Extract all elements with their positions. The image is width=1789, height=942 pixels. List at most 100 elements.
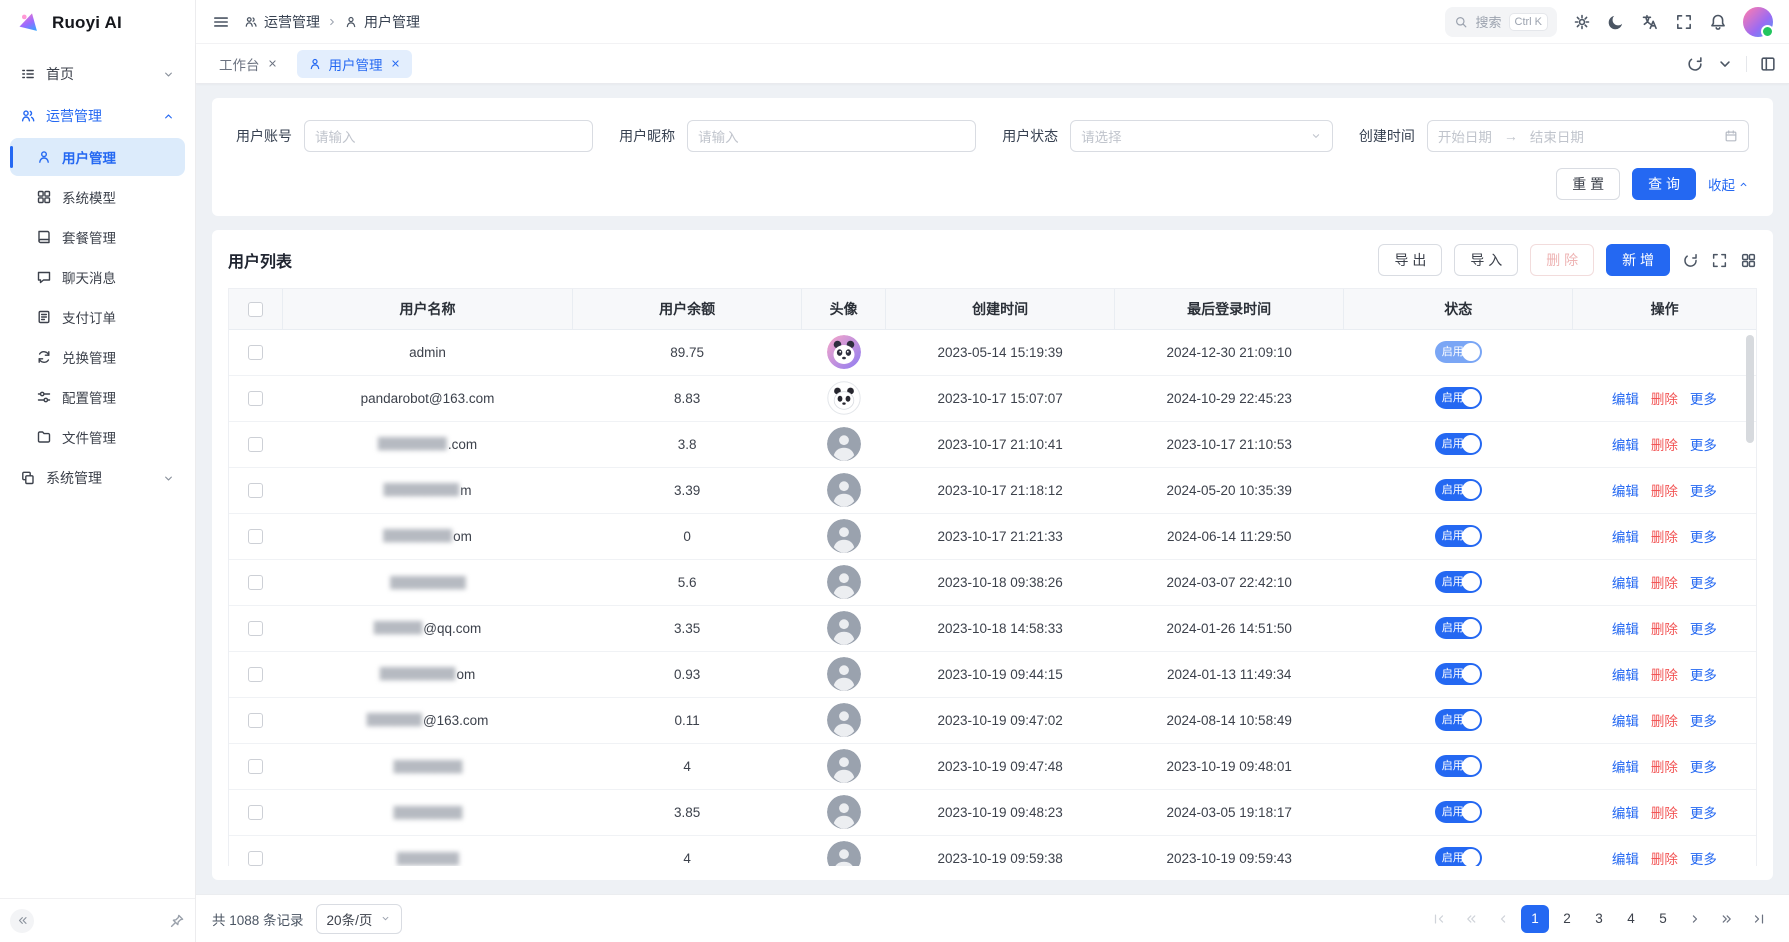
row-checkbox[interactable] bbox=[248, 621, 263, 636]
content-fullscreen-button[interactable] bbox=[1759, 55, 1777, 73]
page-button-2[interactable]: 2 bbox=[1553, 905, 1581, 933]
edit-link[interactable]: 编辑 bbox=[1612, 622, 1639, 637]
edit-link[interactable]: 编辑 bbox=[1612, 852, 1639, 866]
next-page-button[interactable] bbox=[1681, 905, 1709, 933]
column-settings-button[interactable] bbox=[1740, 252, 1757, 269]
more-link[interactable]: 更多 bbox=[1690, 484, 1717, 499]
refresh-list-button[interactable] bbox=[1682, 252, 1699, 269]
status-toggle[interactable]: 启用 bbox=[1435, 571, 1482, 593]
row-checkbox[interactable] bbox=[248, 529, 263, 544]
prev-5-pages-button[interactable] bbox=[1457, 905, 1485, 933]
row-checkbox[interactable] bbox=[248, 805, 263, 820]
row-checkbox[interactable] bbox=[248, 575, 263, 590]
more-link[interactable]: 更多 bbox=[1690, 392, 1717, 407]
status-toggle[interactable]: 启用 bbox=[1435, 387, 1482, 409]
notifications-button[interactable] bbox=[1709, 13, 1727, 31]
delete-link[interactable]: 删除 bbox=[1651, 760, 1678, 775]
query-button[interactable]: 查 询 bbox=[1632, 168, 1696, 200]
sidebar-item-home[interactable]: 首页 bbox=[10, 54, 185, 94]
collapse-filters-link[interactable]: 收起 bbox=[1708, 174, 1749, 194]
delete-link[interactable]: 删除 bbox=[1651, 392, 1678, 407]
prev-page-button[interactable] bbox=[1489, 905, 1517, 933]
table-scrollbar[interactable] bbox=[1746, 335, 1754, 443]
add-button[interactable]: 新 增 bbox=[1606, 244, 1670, 276]
sidebar-item-package-management[interactable]: 套餐管理 bbox=[10, 218, 185, 256]
import-button[interactable]: 导 入 bbox=[1454, 244, 1518, 276]
status-toggle[interactable]: 启用 bbox=[1435, 433, 1482, 455]
row-checkbox[interactable] bbox=[248, 483, 263, 498]
select-all-checkbox[interactable] bbox=[248, 302, 263, 317]
row-checkbox[interactable] bbox=[248, 437, 263, 452]
user-status-input[interactable]: 请选择 bbox=[1070, 120, 1333, 152]
page-button-3[interactable]: 3 bbox=[1585, 905, 1613, 933]
sidebar-item-chat-messages[interactable]: 聊天消息 bbox=[10, 258, 185, 296]
status-toggle[interactable]: 启用 bbox=[1435, 479, 1482, 501]
sidebar-item-system[interactable]: 系统管理 bbox=[10, 458, 185, 498]
table-fullscreen-button[interactable] bbox=[1711, 252, 1728, 269]
delete-link[interactable]: 删除 bbox=[1651, 806, 1678, 821]
close-icon[interactable] bbox=[267, 58, 278, 69]
delete-link[interactable]: 删除 bbox=[1651, 438, 1678, 453]
page-size-select[interactable]: 20条/页 bbox=[316, 904, 403, 934]
last-page-button[interactable] bbox=[1745, 905, 1773, 933]
next-5-pages-button[interactable] bbox=[1713, 905, 1741, 933]
sidebar-item-user-management[interactable]: 用户管理 bbox=[10, 138, 185, 176]
edit-link[interactable]: 编辑 bbox=[1612, 760, 1639, 775]
language-button[interactable] bbox=[1641, 13, 1659, 31]
delete-link[interactable]: 删除 bbox=[1651, 852, 1678, 866]
delete-link[interactable]: 删除 bbox=[1651, 530, 1678, 545]
profile-avatar[interactable] bbox=[1743, 7, 1773, 37]
more-link[interactable]: 更多 bbox=[1690, 806, 1717, 821]
first-page-button[interactable] bbox=[1425, 905, 1453, 933]
more-link[interactable]: 更多 bbox=[1690, 576, 1717, 591]
global-search[interactable]: 搜索 Ctrl K bbox=[1445, 7, 1557, 37]
sidebar-item-redeem-management[interactable]: 兑换管理 bbox=[10, 338, 185, 376]
status-toggle[interactable]: 启用 bbox=[1435, 617, 1482, 639]
breadcrumb-item-users[interactable]: 用户管理 bbox=[344, 12, 420, 32]
page-button-1[interactable]: 1 bbox=[1521, 905, 1549, 933]
delete-link[interactable]: 删除 bbox=[1651, 484, 1678, 499]
export-button[interactable]: 导 出 bbox=[1378, 244, 1442, 276]
settings-button[interactable] bbox=[1573, 13, 1591, 31]
status-toggle[interactable]: 启用 bbox=[1435, 709, 1482, 731]
edit-link[interactable]: 编辑 bbox=[1612, 392, 1639, 407]
more-link[interactable]: 更多 bbox=[1690, 852, 1717, 866]
row-checkbox[interactable] bbox=[248, 667, 263, 682]
more-link[interactable]: 更多 bbox=[1690, 622, 1717, 637]
sidebar-item-system-model[interactable]: 系统模型 bbox=[10, 178, 185, 216]
fullscreen-button[interactable] bbox=[1675, 13, 1693, 31]
row-checkbox[interactable] bbox=[248, 345, 263, 360]
row-checkbox[interactable] bbox=[248, 713, 263, 728]
sidebar-pin-button[interactable] bbox=[169, 913, 185, 929]
sidebar-toggle-button[interactable] bbox=[212, 13, 230, 31]
status-toggle[interactable]: 启用 bbox=[1435, 525, 1482, 547]
status-toggle[interactable]: 启用 bbox=[1435, 663, 1482, 685]
user-nickname-input[interactable]: 请输入 bbox=[687, 120, 976, 152]
row-checkbox[interactable] bbox=[248, 851, 263, 866]
delete-link[interactable]: 删除 bbox=[1651, 576, 1678, 591]
sidebar-collapse-button[interactable] bbox=[10, 909, 34, 933]
user-account-input[interactable]: 请输入 bbox=[304, 120, 593, 152]
edit-link[interactable]: 编辑 bbox=[1612, 576, 1639, 591]
dark-mode-button[interactable] bbox=[1607, 13, 1625, 31]
delete-link[interactable]: 删除 bbox=[1651, 714, 1678, 729]
status-toggle[interactable]: 启用 bbox=[1435, 847, 1482, 866]
edit-link[interactable]: 编辑 bbox=[1612, 668, 1639, 683]
tab-menu-button[interactable] bbox=[1716, 55, 1734, 73]
more-link[interactable]: 更多 bbox=[1690, 714, 1717, 729]
refresh-tab-button[interactable] bbox=[1686, 55, 1704, 73]
edit-link[interactable]: 编辑 bbox=[1612, 484, 1639, 499]
edit-link[interactable]: 编辑 bbox=[1612, 438, 1639, 453]
edit-link[interactable]: 编辑 bbox=[1612, 530, 1639, 545]
sidebar-item-payment-orders[interactable]: 支付订单 bbox=[10, 298, 185, 336]
app-logo[interactable]: Ruoyi AI bbox=[0, 0, 195, 46]
sidebar-item-config-management[interactable]: 配置管理 bbox=[10, 378, 185, 416]
page-button-5[interactable]: 5 bbox=[1649, 905, 1677, 933]
row-checkbox[interactable] bbox=[248, 391, 263, 406]
delete-link[interactable]: 删除 bbox=[1651, 668, 1678, 683]
edit-link[interactable]: 编辑 bbox=[1612, 806, 1639, 821]
status-toggle[interactable]: 启用 bbox=[1435, 755, 1482, 777]
edit-link[interactable]: 编辑 bbox=[1612, 714, 1639, 729]
status-toggle[interactable]: 启用 bbox=[1435, 801, 1482, 823]
more-link[interactable]: 更多 bbox=[1690, 760, 1717, 775]
